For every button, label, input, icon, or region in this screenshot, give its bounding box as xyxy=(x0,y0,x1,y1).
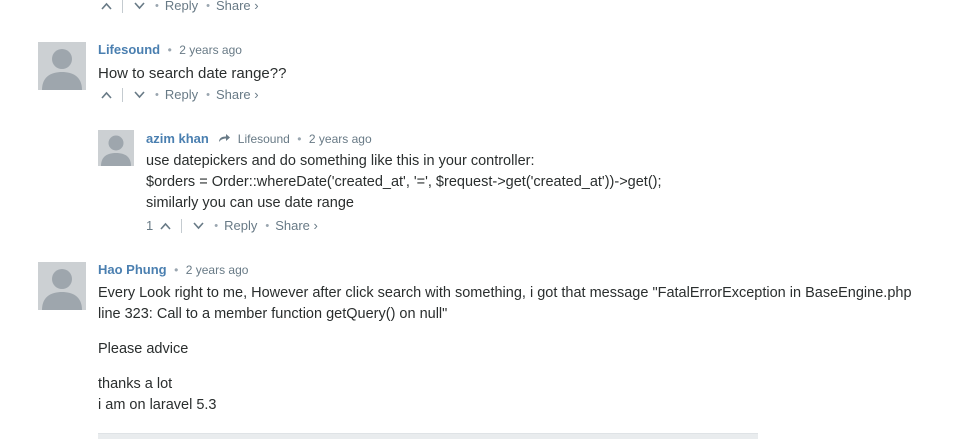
downvote-button[interactable] xyxy=(131,87,147,103)
chevron-down-icon xyxy=(193,222,204,230)
comment-header: azim khan Lifesound • 2 years ago xyxy=(146,131,372,147)
downvote-button[interactable] xyxy=(190,218,206,234)
avatar[interactable] xyxy=(38,262,86,310)
chevron-up-icon xyxy=(100,2,112,10)
share-button[interactable]: Share › xyxy=(275,218,318,234)
comment-line: $orders = Order::whereDate('created_at',… xyxy=(146,174,662,190)
chevron-down-icon xyxy=(133,2,145,10)
comment-line: How to search date range?? xyxy=(98,65,287,82)
comment-line: i am on laravel 5.3 xyxy=(98,397,217,413)
comment-line: Every Look right to me, However after cl… xyxy=(98,285,912,301)
vote-divider xyxy=(181,219,183,233)
vote-divider xyxy=(122,0,123,13)
comment-text: How to search date range?? xyxy=(98,63,286,84)
upvote-button[interactable] xyxy=(98,87,114,103)
upvote-button[interactable] xyxy=(157,218,173,234)
vote-count: 1 xyxy=(146,218,154,233)
separator-dot: • xyxy=(206,89,210,101)
timestamp[interactable]: 2 years ago xyxy=(309,132,372,146)
comment-actions: 1 • Reply • Share › xyxy=(146,218,318,234)
chevron-down-icon xyxy=(133,91,145,99)
separator-dot: • xyxy=(155,89,159,101)
separator-dot: • xyxy=(297,132,302,146)
reply-arrow-icon xyxy=(218,131,231,147)
downvote-button[interactable] xyxy=(131,0,147,14)
reply-button[interactable]: Reply xyxy=(165,0,198,14)
author-name[interactable]: Lifesound xyxy=(98,42,160,57)
comment-actions: • Reply • Share › xyxy=(98,87,259,103)
share-button[interactable]: Share › xyxy=(216,87,259,103)
comment-line: Please advice xyxy=(98,341,189,357)
timestamp[interactable]: 2 years ago xyxy=(186,263,249,277)
author-name[interactable]: Hao Phung xyxy=(98,262,167,277)
vote-divider xyxy=(122,88,123,102)
avatar[interactable] xyxy=(38,42,86,90)
share-button[interactable]: Share › xyxy=(216,0,259,14)
author-name[interactable]: azim khan xyxy=(146,131,209,146)
reply-button[interactable]: Reply xyxy=(165,87,198,103)
default-avatar-icon xyxy=(38,262,86,310)
upvote-button[interactable] xyxy=(98,0,114,14)
default-avatar-icon xyxy=(98,130,134,166)
reply-button[interactable]: Reply xyxy=(224,218,257,234)
previous-comment-actions: • Reply • Share › xyxy=(98,0,259,14)
comment-line: use datepickers and do something like th… xyxy=(146,153,535,169)
comment-text: use datepickers and do something like th… xyxy=(146,151,662,214)
comment-line: line 323: Call to a member function getQ… xyxy=(98,306,448,322)
separator-dot: • xyxy=(214,220,219,232)
reply-box-edge xyxy=(98,433,758,439)
separator-dot: • xyxy=(155,0,159,12)
separator-dot: • xyxy=(265,220,270,232)
separator-dot: • xyxy=(174,263,179,277)
timestamp[interactable]: 2 years ago xyxy=(179,43,242,57)
comment-line: thanks a lot xyxy=(98,376,173,392)
reply-to-author[interactable]: Lifesound xyxy=(238,132,290,146)
comment-header: Lifesound • 2 years ago xyxy=(98,42,242,58)
separator-dot: • xyxy=(206,0,210,12)
comment-line: similarly you can use date range xyxy=(146,195,354,211)
chevron-up-icon xyxy=(160,222,171,230)
default-avatar-icon xyxy=(38,42,86,90)
chevron-up-icon xyxy=(100,91,112,99)
comment-text: Every Look right to me, However after cl… xyxy=(98,283,912,416)
avatar[interactable] xyxy=(98,130,134,166)
comment-header: Hao Phung • 2 years ago xyxy=(98,262,248,278)
separator-dot: • xyxy=(167,43,172,57)
